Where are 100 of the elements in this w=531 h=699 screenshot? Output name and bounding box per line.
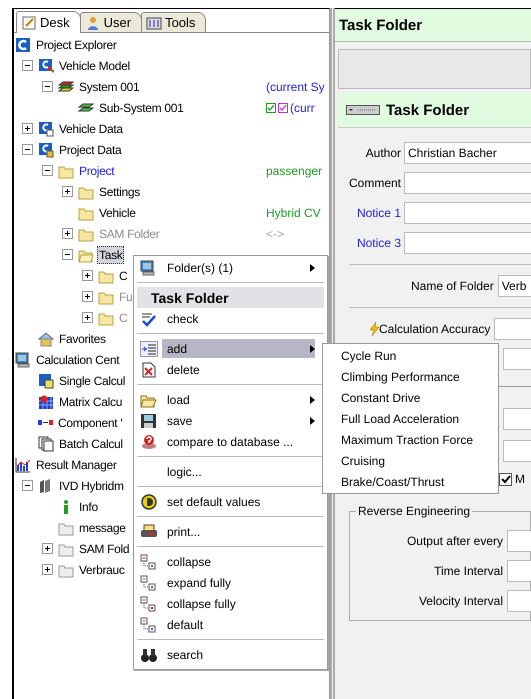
- menu-item[interactable]: default: [134, 614, 321, 635]
- chart-icon: [15, 456, 31, 472]
- menu-item[interactable]: logic...: [134, 461, 321, 482]
- submenu-arrow-icon: [310, 396, 315, 404]
- data-icon: [38, 120, 54, 136]
- field-label: Author: [364, 146, 402, 160]
- tree-item[interactable]: IVD Hybridm: [57, 476, 126, 494]
- tree-item[interactable]: Calculation Cent: [34, 350, 122, 368]
- collapse-toggle[interactable]: [42, 81, 53, 92]
- expand-toggle[interactable]: [82, 270, 93, 281]
- tree-item[interactable]: C: [117, 266, 130, 284]
- menu-item[interactable]: Full Load Acceleration: [323, 408, 498, 429]
- menu-item[interactable]: check: [134, 308, 321, 329]
- tree-item[interactable]: Verbrauc: [77, 560, 127, 578]
- tab[interactable]: Tools: [141, 12, 206, 32]
- tree-item[interactable]: Batch Calcul: [57, 434, 125, 452]
- menu-item[interactable]: search: [134, 644, 321, 665]
- field-label: Notice 1: [356, 206, 402, 220]
- tree-value: passenger: [266, 164, 322, 178]
- panel-title: Task Folder: [335, 8, 531, 42]
- d-badge-icon: [140, 494, 158, 510]
- field-label: Name of Folder: [411, 279, 495, 293]
- expand-toggle[interactable]: [42, 543, 53, 554]
- field-label: Comment: [348, 176, 402, 190]
- checkbox[interactable]: [266, 102, 276, 112]
- expand-toggle[interactable]: [62, 186, 73, 197]
- collapse-toggle[interactable]: [22, 60, 33, 71]
- checkbox-label: M: [515, 472, 525, 486]
- tree-item[interactable]: Single Calcul: [57, 372, 128, 390]
- group-title: Reverse Engineering: [356, 504, 472, 518]
- menu-item[interactable]: Brake/Coast/Thrust: [323, 471, 498, 492]
- tree-item[interactable]: Vehicle Data: [57, 120, 125, 138]
- notepad-icon: [21, 14, 37, 30]
- menu-item[interactable]: Folder(s) (1): [134, 257, 321, 278]
- computer-icon: [15, 352, 31, 368]
- tree-item[interactable]: System 001: [77, 78, 142, 96]
- tree-item[interactable]: Sub-System 001: [97, 98, 186, 116]
- submenu-arrow-icon: [310, 264, 315, 272]
- menu-item[interactable]: compare to database ...: [134, 431, 321, 452]
- data-icon: [38, 142, 54, 158]
- tree-item[interactable]: message: [77, 518, 128, 536]
- menu-item[interactable]: Cycle Run: [323, 345, 498, 366]
- collapse-toggle[interactable]: [42, 165, 53, 176]
- checkbox[interactable]: [499, 472, 512, 486]
- menu-item[interactable]: Maximum Traction Force: [323, 429, 498, 450]
- tree-item[interactable]: Favorites: [57, 330, 108, 348]
- field-label: Velocity Interval: [418, 594, 504, 608]
- tree-item[interactable]: Project: [77, 162, 116, 180]
- tree-item[interactable]: Vehicle: [97, 204, 138, 222]
- tree-item[interactable]: Project Data: [57, 140, 124, 158]
- tree-item[interactable]: SAM Fold: [77, 540, 132, 558]
- menu-item[interactable]: Climbing Performance: [323, 366, 498, 387]
- submenu-arrow-icon: [310, 416, 315, 424]
- field-label: Notice 3: [356, 236, 402, 250]
- tab[interactable]: User: [80, 12, 142, 32]
- collapse-toggle[interactable]: [62, 249, 73, 260]
- lightning-icon: [367, 321, 379, 337]
- tree-item[interactable]: Task: [97, 246, 124, 264]
- tree-item[interactable]: Project Explorer: [34, 36, 119, 54]
- input-field[interactable]: Christian Bacher: [404, 142, 531, 164]
- collapse-toggle[interactable]: [22, 480, 33, 491]
- tree-icon: [140, 554, 158, 570]
- grid-icon: [38, 394, 54, 410]
- printer-icon: [140, 524, 158, 540]
- menu-item[interactable]: collapse fully: [134, 593, 321, 614]
- input-field[interactable]: Verb: [498, 275, 531, 297]
- toolbox-icon: [146, 14, 162, 30]
- section-title: Task Folder: [386, 102, 470, 118]
- menu-item[interactable]: print...: [134, 521, 321, 542]
- menu-item[interactable]: expand fully: [134, 572, 321, 593]
- field-label: Calculation Accuracy: [379, 322, 492, 336]
- menu-item[interactable]: load: [134, 389, 321, 410]
- tab[interactable]: Desk: [16, 11, 81, 33]
- tree-item[interactable]: Settings: [97, 182, 142, 200]
- layers-icon: [58, 78, 74, 94]
- menu-item[interactable]: delete: [134, 359, 321, 380]
- checkbox[interactable]: [278, 102, 288, 112]
- pages-icon: [38, 436, 54, 452]
- tree-item[interactable]: Vehicle Model: [57, 56, 132, 74]
- expand-toggle[interactable]: [42, 564, 53, 575]
- field-label: Time Interval: [433, 564, 504, 578]
- tree-item[interactable]: Matrix Calcu: [57, 392, 124, 410]
- expand-toggle[interactable]: [22, 123, 33, 134]
- submenu-arrow-icon: [310, 344, 315, 352]
- menu-item[interactable]: set default values: [134, 491, 321, 512]
- tree-item[interactable]: Component ': [56, 414, 124, 432]
- tree-value: (current Sy: [266, 80, 325, 94]
- app-logo-icon: [15, 36, 31, 52]
- menu-item[interactable]: collapse: [134, 551, 321, 572]
- tree-item[interactable]: Info: [77, 498, 100, 516]
- field-label: Output after every: [406, 534, 504, 548]
- collapse-toggle[interactable]: [22, 144, 33, 155]
- tree-icon: [140, 596, 158, 612]
- menu-item[interactable]: Cruising: [323, 450, 498, 471]
- delete-icon: [140, 362, 158, 378]
- tree-item[interactable]: Result Manager: [34, 456, 119, 474]
- computer-icon: [140, 260, 156, 276]
- menu-item[interactable]: Constant Drive: [323, 387, 498, 408]
- menu-item[interactable]: save: [134, 410, 321, 431]
- list-add-icon: [140, 340, 158, 356]
